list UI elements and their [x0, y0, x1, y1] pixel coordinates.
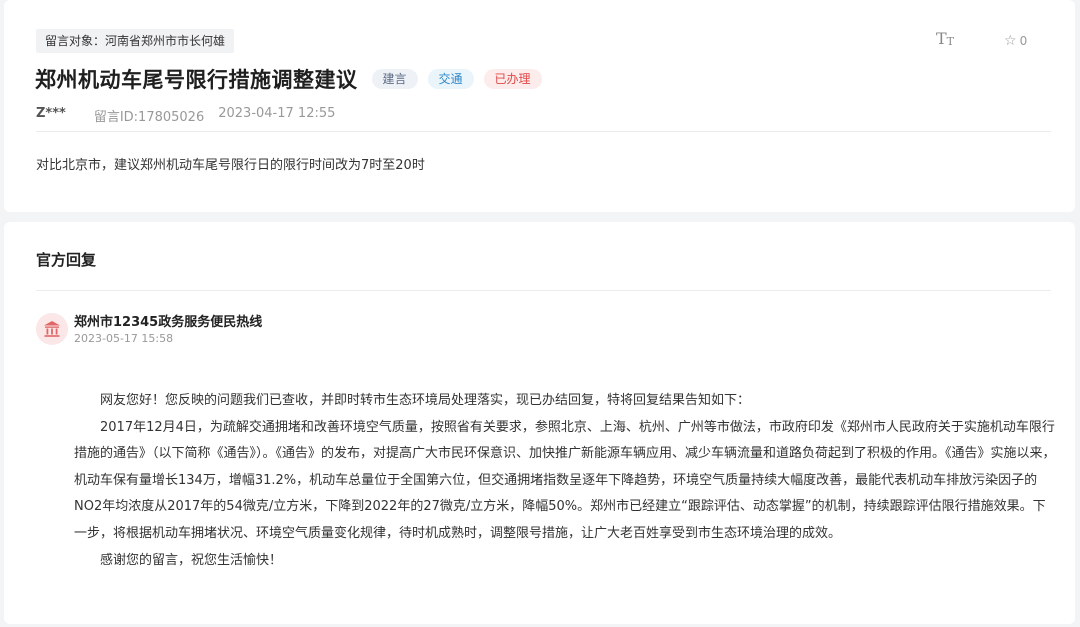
section-title: 官方回复	[36, 251, 97, 269]
divider	[36, 290, 1051, 291]
reply-paragraph: 2017年12月4日，为疏解交通拥堵和改善环境空气质量，按照省有关要求，参照北京…	[74, 419, 1056, 541]
reply-card: 官方回复 郑州市12345政务服务便民热线 2023-05-17 15:58 网…	[4, 222, 1075, 624]
favorite-count: 0	[1019, 34, 1028, 48]
message-id: 留言ID:17805026	[93, 110, 205, 125]
reply-paragraph: 网友您好！您反映的问题我们已查收，并即时转市生态环境局处理落实，现已办结回复，特…	[100, 393, 751, 408]
font-size-icon: T	[936, 29, 947, 48]
divider	[36, 131, 1051, 132]
author-name: Z***	[36, 106, 66, 121]
title-row: 郑州机动车尾号限行措施调整建议 建言 交通 已办理	[35, 64, 542, 94]
font-size-icon-small: T	[946, 35, 955, 48]
favorite-button[interactable]: ☆ 0	[1004, 33, 1027, 49]
reply-paragraph: 感谢您的留言，祝您生活愉快！	[100, 552, 283, 568]
message-target-label: 留言对象：河南省郑州市市长何雄	[36, 29, 235, 53]
org-name: 郑州市12345政务服务便民热线	[74, 315, 263, 330]
message-card: 留言对象：河南省郑州市市长何雄 TT ☆ 0 郑州机动车尾号限行措施调整建议 建…	[4, 0, 1075, 212]
reply-body: 网友您好！您反映的问题我们已查收，并即时转市生态环境局处理落实，现已办结回复，特…	[74, 388, 1056, 574]
message-meta: Z*** 留言ID:17805026 2023-04-17 12:55	[36, 106, 335, 125]
status-badge: 已办理	[483, 69, 542, 89]
topic-tag: 交通	[427, 69, 474, 89]
category-tag: 建言	[371, 69, 418, 89]
message-content: 对比北京市，建议郑州机动车尾号限行日的限行时间改为7时至20时	[36, 158, 425, 173]
government-building-icon	[44, 321, 60, 337]
reply-datetime: 2023-05-17 15:58	[74, 332, 174, 345]
avatar	[36, 313, 68, 345]
font-size-toggle[interactable]: TT	[936, 29, 955, 48]
message-datetime: 2023-04-17 12:55	[218, 106, 336, 121]
star-icon: ☆	[1004, 33, 1017, 49]
page-title: 郑州机动车尾号限行措施调整建议	[35, 68, 358, 92]
